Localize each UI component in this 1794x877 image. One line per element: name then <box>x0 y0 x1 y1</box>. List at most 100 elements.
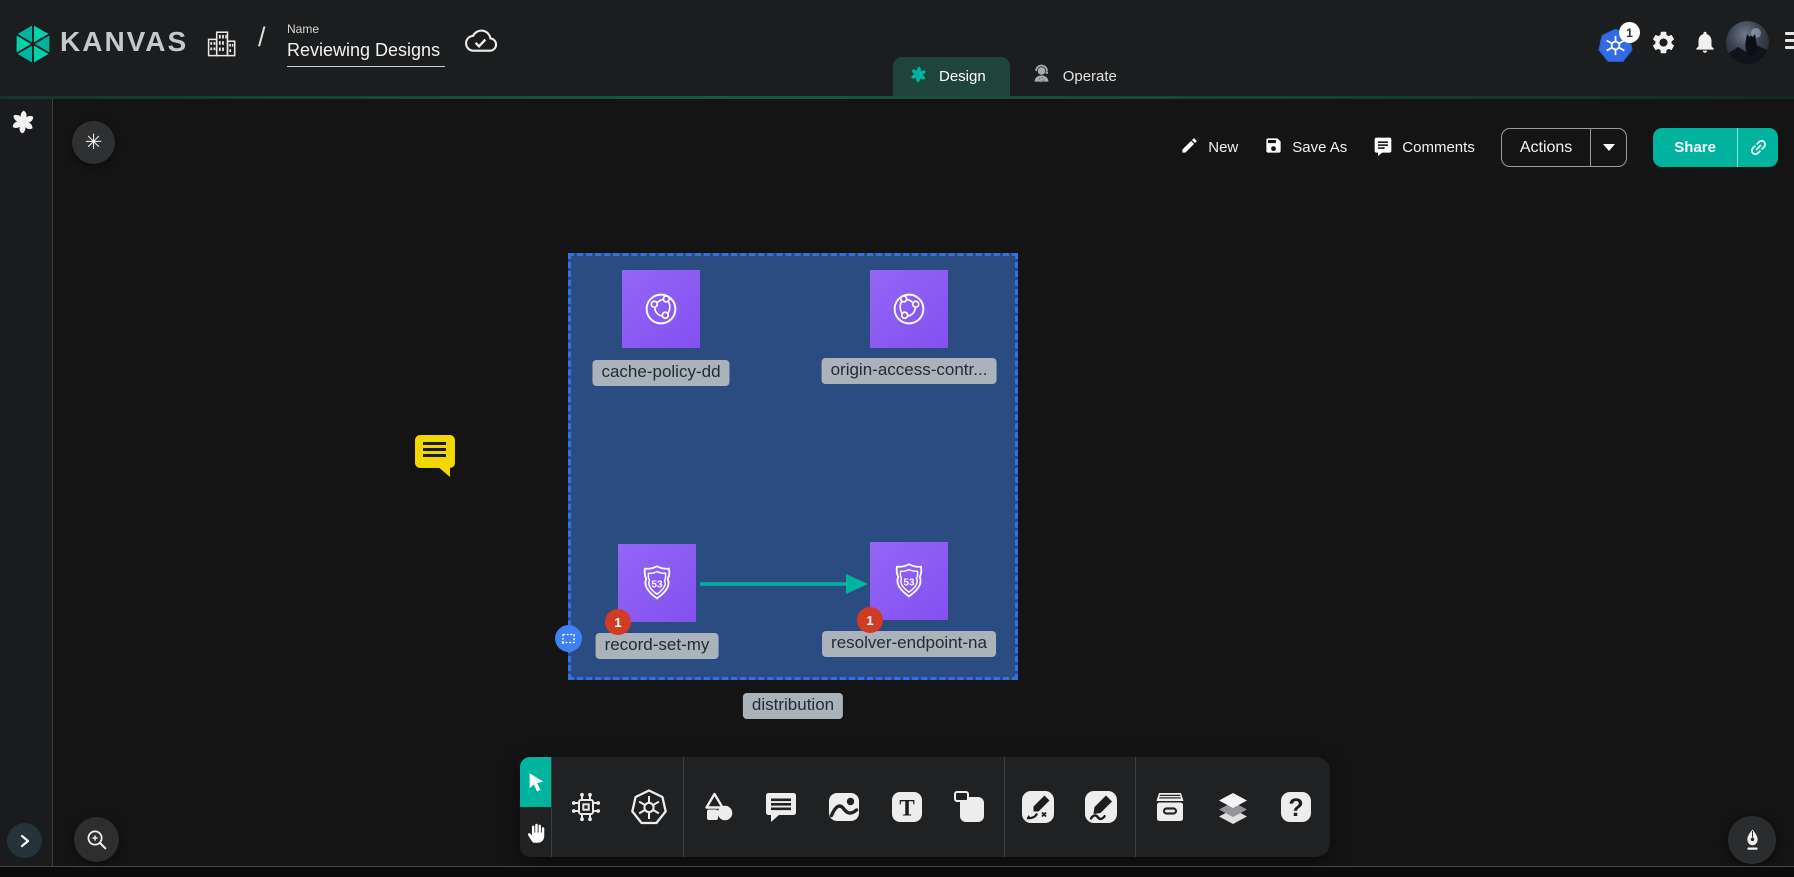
canvas-toolbar: New Save As Comments <box>1180 128 1778 167</box>
kubernetes-tool[interactable] <box>626 784 672 830</box>
canvas-comment-marker[interactable] <box>415 435 455 468</box>
node-label: resolver-endpoint-na <box>822 631 996 657</box>
save-as-button[interactable]: Save As <box>1264 136 1347 159</box>
history-drawer-tool[interactable] <box>1147 784 1193 830</box>
brand-title: KANVAS <box>60 26 188 58</box>
tab-operate[interactable]: Operate <box>1010 57 1137 96</box>
cursor-icon <box>524 770 548 794</box>
comment-tool[interactable] <box>758 784 804 830</box>
help-tool[interactable]: ? <box>1273 784 1319 830</box>
tab-design-label: Design <box>939 68 986 85</box>
whiteboard-pen-button[interactable] <box>1728 816 1776 864</box>
globe-network-icon <box>886 286 932 332</box>
edge-arrow[interactable] <box>696 569 876 599</box>
copy-link-icon[interactable] <box>1737 128 1778 167</box>
actions-dropdown[interactable] <box>1590 129 1626 166</box>
dock-group-infrastructure <box>552 757 683 857</box>
group-label[interactable]: distribution <box>743 693 843 719</box>
note-tool[interactable] <box>947 784 993 830</box>
shapes-tool[interactable] <box>695 784 741 830</box>
comments-label: Comments <box>1402 139 1475 156</box>
mode-tabs: Design Operate <box>893 57 1137 96</box>
design-spiral-icon <box>908 64 929 89</box>
notifications-bell-icon[interactable] <box>1692 28 1718 59</box>
route53-shield-icon: 53 <box>634 560 680 606</box>
header-bar: KANVAS / Nam <box>0 0 1794 96</box>
new-label: New <box>1208 139 1238 156</box>
breadcrumb-separator: / <box>258 22 266 53</box>
pan-hand-tool[interactable] <box>520 807 551 857</box>
globe-network-icon <box>638 286 684 332</box>
design-name-input[interactable] <box>287 38 445 67</box>
save-icon <box>1264 136 1283 159</box>
pencil-icon <box>1180 136 1199 159</box>
issue-count-badge[interactable]: 1 <box>605 609 631 635</box>
actions-button[interactable]: Actions <box>1501 128 1627 167</box>
settings-gear-icon[interactable] <box>1650 29 1677 59</box>
svg-text:?: ? <box>1288 794 1303 822</box>
shapes-icon <box>699 788 737 826</box>
pencil-scribble-icon <box>1082 788 1120 826</box>
components-tool[interactable] <box>563 784 609 830</box>
node-record-set[interactable]: 53 <box>618 544 696 622</box>
comment-bubble-icon <box>762 788 800 826</box>
organization-building-icon[interactable] <box>205 26 241 63</box>
dock-group-drawing <box>1004 757 1135 857</box>
comments-button[interactable]: Comments <box>1373 136 1475 160</box>
menu-icon[interactable] <box>1785 32 1794 53</box>
name-field-label: Name <box>287 22 445 36</box>
comment-tail <box>437 466 450 477</box>
pen-tool[interactable] <box>1015 784 1061 830</box>
tab-design[interactable]: Design <box>893 57 1010 96</box>
media-tool[interactable] <box>821 784 867 830</box>
hand-icon <box>523 819 549 845</box>
svg-text:53: 53 <box>651 579 663 590</box>
chevron-down-icon <box>1603 144 1615 151</box>
text-tool[interactable]: T <box>884 784 930 830</box>
layers-icon <box>1214 788 1252 826</box>
selected-group-distribution[interactable]: 53 53 cache-policy-dd origin-access-cont… <box>568 253 1018 680</box>
svg-text:T: T <box>899 796 914 821</box>
comment-icon <box>1373 136 1393 160</box>
zoom-in-button[interactable] <box>74 817 119 862</box>
sticky-note-icon <box>951 788 989 826</box>
route53-shield-icon: 53 <box>886 558 932 604</box>
canvas-dock-toggle-icon[interactable]: ✳ <box>72 121 115 164</box>
design-name-group: Name <box>287 22 445 67</box>
design-canvas[interactable]: ✳ New Save As <box>54 99 1794 866</box>
new-button[interactable]: New <box>1180 136 1238 159</box>
actions-label: Actions <box>1502 129 1590 166</box>
operator-headset-icon <box>1030 63 1053 90</box>
kanvas-logo-icon[interactable] <box>13 22 53 71</box>
meshery-spiral-icon[interactable] <box>8 107 38 140</box>
cloud-sync-icon[interactable] <box>462 27 498 58</box>
dock-group-annotation: T <box>684 757 1004 857</box>
user-avatar[interactable] <box>1726 21 1769 64</box>
cursor-tool-column <box>520 757 551 857</box>
node-origin-access[interactable] <box>870 270 948 348</box>
select-cursor-tool[interactable] <box>520 757 551 807</box>
question-mark-icon: ? <box>1277 788 1315 826</box>
share-label: Share <box>1653 128 1737 167</box>
share-button[interactable]: Share <box>1653 128 1778 167</box>
node-label: origin-access-contr... <box>822 358 997 384</box>
issue-count-badge[interactable]: 1 <box>857 607 883 633</box>
sidebar-expand-chevron[interactable] <box>7 823 42 858</box>
archive-drawer-icon <box>1151 788 1189 826</box>
tool-dock: T <box>520 757 1330 857</box>
node-resolver-endpoint[interactable]: 53 <box>870 542 948 620</box>
kubernetes-count-badge[interactable]: 1 <box>1619 22 1640 43</box>
magnifier-plus-icon <box>84 827 109 852</box>
svg-text:53: 53 <box>903 577 915 588</box>
text-icon: T <box>888 788 926 826</box>
dock-group-management: ? <box>1136 757 1330 857</box>
pen-bezier-icon <box>1019 788 1057 826</box>
group-selection-handle[interactable] <box>555 625 582 652</box>
save-as-label: Save As <box>1292 139 1347 156</box>
pencil-draw-tool[interactable] <box>1078 784 1124 830</box>
bottom-strip <box>0 866 1794 877</box>
node-cache-policy[interactable] <box>622 270 700 348</box>
kanvas-app: KANVAS / Nam <box>0 0 1794 877</box>
image-icon <box>825 788 863 826</box>
layers-tool[interactable] <box>1210 784 1256 830</box>
